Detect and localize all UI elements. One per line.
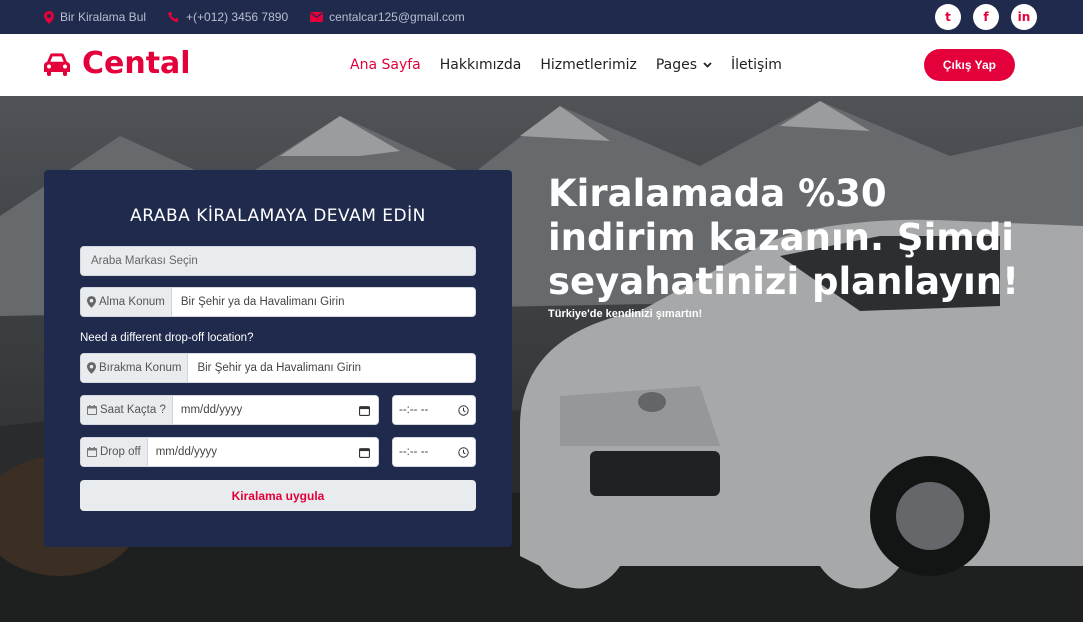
rent-submit-button[interactable]: Kiralama uygula	[80, 480, 476, 511]
clock-icon[interactable]	[458, 404, 469, 416]
dropoff-date-field[interactable]: Drop off mm/dd/yyyy	[80, 437, 379, 467]
chevron-down-icon	[703, 62, 712, 68]
dropoff-time-addon: Drop off	[81, 438, 148, 466]
pickup-location-addon: Alma Konum	[81, 288, 172, 316]
pickup-time-value: --:-- --	[399, 404, 429, 416]
pickup-location-input[interactable]: Bir Şehir ya da Havalimanı Girin	[172, 288, 345, 316]
pickup-date-field[interactable]: Saat Kaçta ? mm/dd/yyyy	[80, 395, 379, 425]
nav-item-about[interactable]: Hakkımızda	[440, 57, 522, 73]
nav-menu: Ana Sayfa Hakkımızda Hizmetlerimiz Pages…	[350, 34, 782, 96]
linkedin-icon[interactable]: in	[1011, 4, 1037, 30]
pickup-date-input[interactable]: mm/dd/yyyy	[173, 396, 359, 424]
nav-item-pages-label: Pages	[655, 57, 698, 73]
location-info[interactable]: Bir Kiralama Bul	[44, 10, 146, 24]
nav-item-home[interactable]: Ana Sayfa	[350, 57, 421, 73]
email-text: centalcar125@gmail.com	[329, 10, 465, 24]
dropoff-question[interactable]: Need a different drop-off location?	[80, 332, 253, 344]
email-info[interactable]: centalcar125@gmail.com	[310, 10, 465, 24]
brand-name: Cental	[82, 46, 191, 81]
map-marker-icon	[44, 10, 54, 24]
pickup-location-field[interactable]: Alma Konum Bir Şehir ya da Havalimanı Gi…	[80, 287, 476, 317]
phone-icon	[168, 11, 180, 23]
social-links: t f in	[935, 4, 1037, 30]
pickup-location-label: Alma Konum	[99, 296, 165, 308]
nav-item-pages[interactable]: Pages	[656, 57, 712, 73]
booking-title: ARABA KİRALAMAYA DEVAM EDİN	[130, 206, 426, 226]
hero-subtitle: Türkiye'de kendinizi şımartın!	[548, 308, 703, 320]
clock-icon[interactable]	[458, 446, 469, 458]
location-text: Bir Kiralama Bul	[60, 10, 147, 24]
nav-item-contact[interactable]: İletişim	[731, 57, 782, 73]
brand-logo[interactable]: Cental	[42, 46, 191, 81]
dropoff-time-label: Drop off	[100, 446, 141, 458]
car-brand-select[interactable]: Araba Markası Seçin	[80, 246, 476, 276]
dropoff-date-input[interactable]: mm/dd/yyyy	[148, 438, 359, 466]
twitter-icon[interactable]: t	[935, 4, 961, 30]
dropoff-time-value: --:-- --	[399, 446, 429, 458]
pickup-time-addon: Saat Kaçta ?	[81, 396, 173, 424]
calendar-picker-icon[interactable]	[359, 396, 378, 424]
calendar-icon	[87, 447, 97, 457]
logout-button[interactable]: Çıkış Yap	[923, 49, 1015, 81]
hero-section: ARABA KİRALAMAYA DEVAM EDİN Araba Markas…	[0, 96, 1083, 622]
phone-info[interactable]: +(+012) 3456 7890	[168, 10, 288, 24]
dropoff-location-label: Bırakma Konum	[99, 362, 182, 374]
dropoff-location-input[interactable]: Bir Şehir ya da Havalimanı Girin	[188, 354, 361, 382]
dropoff-time-input[interactable]: --:-- --	[392, 437, 476, 467]
map-marker-icon	[87, 296, 96, 308]
top-info-bar: Bir Kiralama Bul +(+012) 3456 7890 centa…	[0, 0, 1083, 34]
hero-headline: Kiralamada %30 indirim kazanın. Şimdi se…	[548, 172, 1020, 303]
envelope-icon	[310, 12, 324, 22]
dropoff-location-addon: Bırakma Konum	[81, 354, 189, 382]
pickup-time-label: Saat Kaçta ?	[100, 404, 166, 416]
nav-item-services[interactable]: Hizmetlerimiz	[540, 57, 637, 73]
calendar-picker-icon[interactable]	[359, 438, 378, 466]
facebook-icon[interactable]: f	[973, 4, 999, 30]
pickup-time-input[interactable]: --:-- --	[392, 395, 476, 425]
dropoff-location-field[interactable]: Bırakma Konum Bir Şehir ya da Havalimanı…	[80, 353, 476, 383]
calendar-icon	[87, 405, 97, 415]
booking-form: ARABA KİRALAMAYA DEVAM EDİN Araba Markas…	[44, 170, 512, 547]
phone-text: +(+012) 3456 7890	[186, 10, 289, 24]
map-marker-icon	[87, 362, 96, 374]
main-navbar: Cental Ana Sayfa Hakkımızda Hizmetlerimi…	[0, 34, 1083, 96]
car-icon	[42, 52, 72, 76]
